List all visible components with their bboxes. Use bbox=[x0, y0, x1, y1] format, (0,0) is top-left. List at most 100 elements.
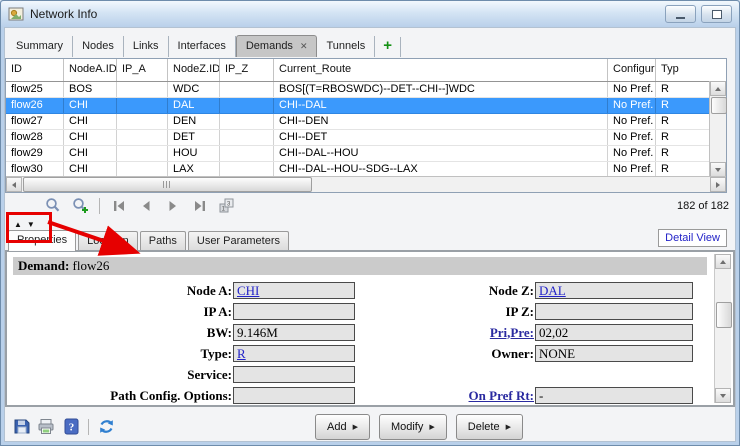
field-value-box[interactable] bbox=[233, 366, 355, 383]
tab-interfaces[interactable]: Interfaces bbox=[169, 36, 236, 57]
field-value[interactable]: R bbox=[237, 346, 246, 361]
field-value-box[interactable]: 02,02 bbox=[535, 324, 693, 341]
print-icon[interactable] bbox=[36, 417, 56, 437]
table-cell: CHI--DAL bbox=[274, 98, 608, 113]
column-header-configured[interactable]: Configured bbox=[608, 59, 656, 81]
first-record-icon[interactable] bbox=[109, 197, 129, 215]
field-value-box[interactable]: NONE bbox=[535, 345, 693, 362]
table-cell bbox=[220, 82, 274, 97]
field-value-box[interactable]: 9.146M bbox=[233, 324, 355, 341]
column-header-ip_a[interactable]: IP_A bbox=[117, 59, 168, 81]
table-row-flow26[interactable]: flow26CHIDALCHI--DALNo Pref.R bbox=[6, 98, 709, 114]
window: Network Info Summary NodesLinks Interfaces… bbox=[0, 0, 740, 446]
detail-tab-location[interactable]: Location bbox=[78, 231, 138, 250]
field-value-box[interactable]: R bbox=[233, 345, 355, 362]
tab-summary[interactable]: Summary bbox=[7, 36, 73, 57]
toolbar-separator bbox=[99, 198, 100, 214]
tab-label: Tunnels bbox=[326, 40, 365, 52]
tab-label: Summary bbox=[16, 40, 63, 52]
panel-scroll-up-icon[interactable] bbox=[715, 254, 731, 269]
refresh-icon[interactable] bbox=[96, 417, 116, 437]
table-row-flow25[interactable]: flow25BOSWDCBOS[(T=RBOSWDC)--DET--CHI--]… bbox=[6, 82, 709, 98]
app-icon bbox=[8, 6, 24, 22]
delete-button[interactable]: Delete▶ bbox=[456, 414, 523, 440]
table-cell: No Pref. bbox=[608, 82, 656, 97]
panel-scroll-thumb[interactable] bbox=[716, 302, 732, 328]
column-header-id[interactable]: ID bbox=[6, 59, 64, 81]
panel-scroll-down-icon[interactable] bbox=[715, 388, 731, 403]
table-row-flow29[interactable]: flow29CHIHOUCHI--DAL--HOUNo Pref.R bbox=[6, 146, 709, 162]
detail-tab-properties[interactable]: Properties bbox=[8, 230, 76, 251]
next-record-icon[interactable] bbox=[163, 197, 183, 215]
add-tab-button[interactable]: + bbox=[375, 37, 401, 57]
column-header-nodea.id[interactable]: NodeA.ID bbox=[64, 59, 117, 81]
save-icon[interactable] bbox=[11, 417, 31, 437]
table-cell: R bbox=[656, 82, 709, 97]
detail-tab-bar: PropertiesLocationPathsUser Parameters bbox=[8, 228, 291, 250]
table-row-flow28[interactable]: flow28CHIDETCHI--DETNo Pref.R bbox=[6, 130, 709, 146]
tab-label: Demands bbox=[246, 40, 293, 52]
column-header-current_route[interactable]: Current_Route bbox=[274, 59, 608, 81]
field-value[interactable]: DAL bbox=[539, 283, 566, 298]
last-record-icon[interactable] bbox=[190, 197, 210, 215]
search-icon[interactable] bbox=[43, 197, 63, 215]
field-label: Type: bbox=[200, 346, 233, 362]
table-cell: R bbox=[656, 130, 709, 145]
help-icon[interactable]: ? bbox=[61, 417, 81, 437]
table-cell: No Pref. bbox=[608, 114, 656, 129]
field-label: BW: bbox=[207, 325, 233, 341]
search-add-icon[interactable] bbox=[70, 197, 90, 215]
field-value-box[interactable] bbox=[233, 387, 355, 404]
modify-button[interactable]: Modify▶ bbox=[379, 414, 447, 440]
column-header-typ[interactable]: Typ bbox=[656, 59, 709, 81]
table-cell bbox=[220, 162, 274, 177]
maximize-button[interactable] bbox=[701, 5, 732, 23]
table-cell: flow30 bbox=[6, 162, 64, 177]
scroll-left-icon[interactable] bbox=[6, 177, 22, 192]
minimize-icon bbox=[676, 14, 685, 19]
table-cell bbox=[220, 98, 274, 113]
demands-table: IDNodeA.IDIP_ANodeZ.IDIP_ZCurrent_RouteC… bbox=[5, 58, 727, 193]
detail-tab-paths[interactable]: Paths bbox=[140, 231, 186, 250]
field-value-box[interactable]: - bbox=[535, 387, 693, 404]
minimize-button[interactable] bbox=[665, 5, 696, 23]
table-cell: CHI bbox=[64, 146, 117, 161]
column-header-nodez.id[interactable]: NodeZ.ID bbox=[168, 59, 220, 81]
scroll-right-icon[interactable] bbox=[710, 177, 726, 192]
bottom-separator bbox=[88, 419, 89, 435]
detail-tab-user-parameters[interactable]: User Parameters bbox=[188, 231, 289, 250]
table-vertical-scrollbar[interactable] bbox=[709, 81, 726, 177]
scroll-down-icon[interactable] bbox=[710, 162, 726, 177]
tab-nodes[interactable]: Nodes bbox=[73, 36, 124, 57]
scroll-up-icon[interactable] bbox=[710, 81, 726, 96]
vertical-scroll-thumb[interactable] bbox=[711, 97, 727, 114]
close-tab-icon[interactable]: ✕ bbox=[300, 41, 308, 52]
paging-icon[interactable]: 13 bbox=[217, 197, 237, 215]
field-label[interactable]: Pri,Pre: bbox=[490, 325, 535, 341]
table-cell: No Pref. bbox=[608, 98, 656, 113]
title-bar[interactable]: Network Info bbox=[1, 1, 739, 27]
previous-record-icon[interactable] bbox=[136, 197, 156, 215]
table-row-flow27[interactable]: flow27CHIDENCHI--DENNo Pref.R bbox=[6, 114, 709, 130]
field-value[interactable]: CHI bbox=[237, 283, 259, 298]
field-label: Node Z: bbox=[489, 283, 535, 299]
detail-form: Node A:CHINode Z:DALIP A:IP Z:BW:9.146MP… bbox=[11, 280, 733, 406]
table-cell: flow29 bbox=[6, 146, 64, 161]
column-header-ip_z[interactable]: IP_Z bbox=[220, 59, 274, 81]
table-horizontal-scrollbar[interactable] bbox=[6, 176, 726, 192]
tab-links[interactable]: Links bbox=[124, 36, 169, 57]
add-button[interactable]: Add▶ bbox=[315, 414, 370, 440]
field-value-box[interactable] bbox=[233, 303, 355, 320]
field-value-box[interactable] bbox=[535, 303, 693, 320]
tab-label: Interfaces bbox=[178, 40, 226, 52]
detail-view-button[interactable]: Detail View bbox=[658, 229, 727, 247]
field-value-box[interactable]: DAL bbox=[535, 282, 693, 299]
tab-tunnels[interactable]: Tunnels bbox=[317, 36, 375, 57]
field-label[interactable]: On Pref Rt: bbox=[469, 388, 535, 404]
tab-demands[interactable]: Demands ✕ bbox=[236, 35, 318, 57]
panel-vertical-scrollbar[interactable] bbox=[714, 254, 731, 403]
field-value-box[interactable]: CHI bbox=[233, 282, 355, 299]
field-label: Path Config. Options: bbox=[110, 388, 233, 404]
table-cell: DEN bbox=[168, 114, 220, 129]
horizontal-scroll-thumb[interactable] bbox=[23, 177, 312, 192]
